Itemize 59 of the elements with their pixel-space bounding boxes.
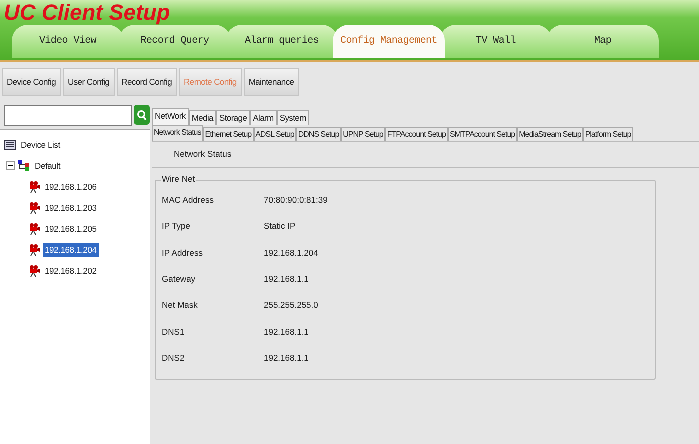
- search-button[interactable]: [134, 105, 150, 125]
- camera-icon: [28, 180, 40, 192]
- toolbar-button[interactable]: User Config: [63, 68, 115, 96]
- main-tab[interactable]: TV Wall: [440, 25, 552, 58]
- tree-item[interactable]: 192.168.1.205: [43, 222, 99, 236]
- setup-tab[interactable]: ADSL Setup: [254, 127, 296, 141]
- field-value: 255.255.255.0: [264, 300, 318, 310]
- field-value: 192.168.1.1: [264, 352, 309, 363]
- category-tab[interactable]: NetWork: [152, 108, 189, 125]
- section-title: Network Status: [173, 148, 233, 161]
- field-label: IP Address: [162, 248, 204, 258]
- collapse-icon[interactable]: [6, 161, 15, 170]
- tree-item[interactable]: 192.168.1.206: [43, 180, 99, 194]
- category-tab[interactable]: Alarm: [250, 110, 277, 125]
- main-tab[interactable]: Alarm queries: [226, 25, 338, 58]
- camera-icon: [28, 264, 40, 276]
- field-value: Static IP: [264, 221, 296, 232]
- search-icon: [137, 110, 147, 120]
- group-title: Wire Net: [161, 174, 196, 184]
- toolbar-button[interactable]: Record Config: [116, 68, 178, 96]
- category-tab[interactable]: Media: [188, 110, 216, 125]
- field-label: Net Mask: [162, 300, 199, 310]
- camera-icon: [28, 244, 40, 256]
- field-value: 192.168.1.1: [264, 326, 309, 337]
- tree-item[interactable]: Device List: [19, 138, 62, 152]
- field-label: DNS2: [162, 352, 186, 363]
- camera-icon: [28, 202, 40, 214]
- setup-tab[interactable]: MediaStream Setup: [517, 127, 584, 141]
- network-icon: [18, 160, 30, 171]
- search-field[interactable]: [4, 105, 132, 126]
- tree-item[interactable]: 192.168.1.204: [43, 242, 99, 256]
- tree-item[interactable]: Default: [33, 158, 63, 172]
- field-label: IP Type: [162, 221, 192, 232]
- field-value: 70:80:90:0:81:39: [264, 195, 328, 206]
- field-label: DNS1: [162, 326, 186, 337]
- field-label: Gateway: [162, 274, 197, 284]
- main-tab[interactable]: Map: [547, 25, 659, 58]
- main-tab[interactable]: Video View: [12, 25, 124, 58]
- list-icon: [4, 140, 16, 150]
- app-title: UC Client Setup: [4, 0, 170, 26]
- setup-tab[interactable]: SMTPAccount Setup: [448, 127, 518, 141]
- toolbar-button[interactable]: Device Config: [2, 68, 62, 96]
- tree-item[interactable]: 192.168.1.203: [43, 200, 99, 214]
- setup-tab[interactable]: DDNS Setup: [296, 127, 342, 141]
- toolbar-button[interactable]: Maintenance: [244, 68, 300, 96]
- setup-tab[interactable]: Platform Setup: [583, 127, 634, 141]
- category-tab[interactable]: System: [276, 110, 310, 125]
- category-tab[interactable]: Storage: [216, 110, 250, 125]
- field-value: 192.168.1.1: [264, 274, 309, 284]
- field-value: 192.168.1.204: [264, 248, 318, 258]
- camera-icon: [28, 222, 40, 234]
- setup-tab[interactable]: UPNP Setup: [341, 127, 386, 141]
- field-label: MAC Address: [162, 195, 215, 206]
- setup-tab[interactable]: FTPAccount Setup: [385, 127, 448, 141]
- tree-item[interactable]: 192.168.1.202: [43, 264, 99, 278]
- setup-tab[interactable]: Network Status: [152, 125, 204, 141]
- setup-tab[interactable]: Ethernet Setup: [203, 127, 254, 141]
- main-tab[interactable]: Config Management: [333, 25, 445, 58]
- main-tab[interactable]: Record Query: [119, 25, 231, 58]
